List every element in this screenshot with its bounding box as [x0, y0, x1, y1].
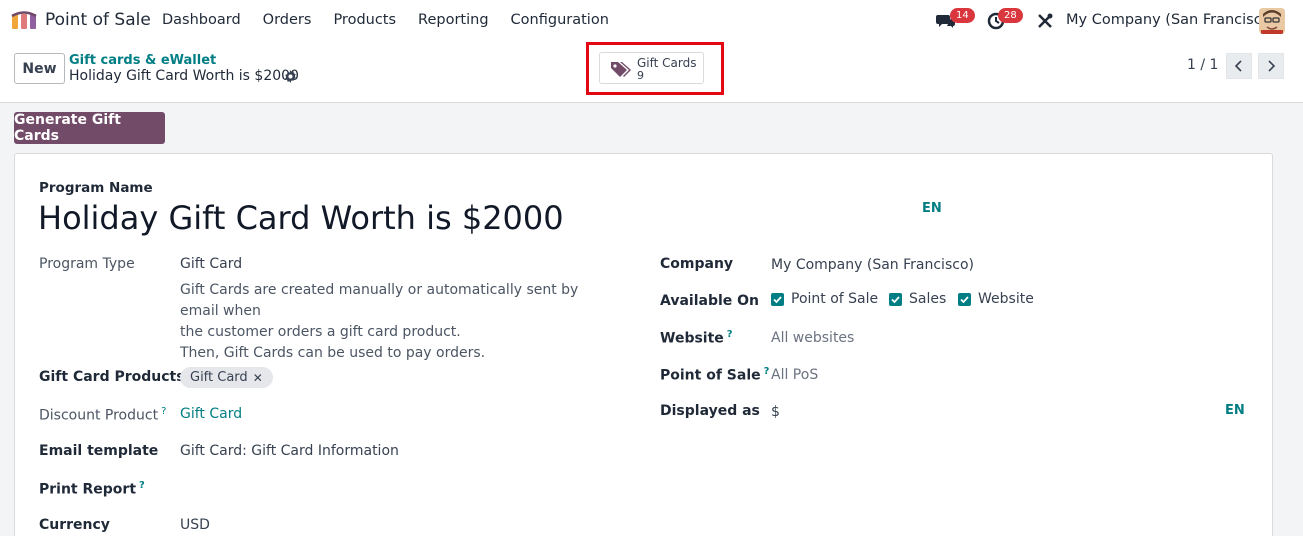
program-type-description: Gift Cards are created manually or autom… [180, 280, 620, 364]
pager-previous-button[interactable] [1226, 53, 1252, 79]
menu-orders[interactable]: Orders [263, 12, 312, 28]
company-value[interactable]: My Company (San Francisco) [771, 257, 974, 273]
program-name-lang-button[interactable]: EN [922, 201, 942, 216]
company-label: Company [660, 256, 734, 272]
breadcrumb-current: Holiday Gift Card Worth is $2000 [69, 68, 299, 84]
displayed-as-label: Displayed as [660, 403, 760, 419]
website-label: Website? [660, 329, 733, 347]
control-panel: New Gift cards & eWallet Holiday Gift Ca… [0, 42, 1303, 103]
currency-label: Currency [39, 517, 110, 533]
chevron-left-icon [1234, 60, 1242, 72]
program-name-input[interactable]: Holiday Gift Card Worth is $2000 [38, 199, 564, 237]
top-navbar: Point of Sale Dashboard Orders Products … [0, 0, 1303, 42]
point-of-sale-value[interactable]: All PoS [771, 367, 818, 383]
menu-dashboard[interactable]: Dashboard [162, 12, 241, 28]
check-icon [773, 296, 782, 304]
menu-reporting[interactable]: Reporting [418, 12, 489, 28]
sales-checkbox[interactable] [889, 293, 902, 306]
pos-checkbox-label[interactable]: Point of Sale [791, 291, 878, 307]
smart-button-count: 9 [637, 69, 644, 82]
program-type-value[interactable]: Gift Card [180, 256, 242, 272]
menu-products[interactable]: Products [333, 12, 396, 28]
gift-card-product-tag: Gift Card ✕ [180, 367, 273, 388]
check-icon [960, 296, 969, 304]
generate-gift-cards-button[interactable]: Generate Gift Cards [14, 112, 165, 144]
available-on-label: Available On [660, 293, 760, 309]
tags-icon [611, 62, 631, 77]
pager-next-button[interactable] [1258, 53, 1284, 79]
email-template-label: Email template [39, 443, 159, 459]
avatar[interactable] [1259, 8, 1285, 34]
app-name[interactable]: Point of Sale [45, 10, 151, 30]
pager-value[interactable]: 1 / 1 [1187, 57, 1218, 73]
point-of-sale-label: Point of Sale? [660, 366, 769, 384]
messages-badge: 14 [950, 8, 975, 23]
menu-configuration[interactable]: Configuration [511, 12, 609, 28]
gear-icon[interactable] [284, 70, 297, 83]
help-icon[interactable]: ? [764, 366, 770, 377]
program-type-desc-line: the customer orders a gift card product. [180, 324, 461, 340]
help-icon[interactable]: ? [161, 406, 166, 417]
label-text: Print Report [39, 481, 137, 498]
remove-tag-icon[interactable]: ✕ [253, 371, 263, 385]
chevron-right-icon [1268, 60, 1276, 72]
activities-badge: 28 [998, 8, 1023, 23]
label-text: Discount Product [39, 407, 159, 424]
email-template-value[interactable]: Gift Card: Gift Card Information [180, 443, 399, 459]
sales-checkbox-label[interactable]: Sales [909, 291, 946, 307]
currency-value[interactable]: USD [180, 517, 210, 533]
gift-cards-smart-button[interactable]: Gift Cards 9 [599, 52, 704, 84]
discount-product-link[interactable]: Gift Card [180, 406, 242, 422]
gift-card-products-label: Gift Card Products [39, 369, 185, 385]
smart-button-label: Gift Cards [637, 56, 697, 70]
help-icon[interactable]: ? [727, 329, 733, 340]
print-report-label: Print Report? [39, 480, 145, 498]
main-menu: Dashboard Orders Products Reporting Conf… [162, 12, 631, 28]
check-icon [891, 296, 900, 304]
program-type-desc-line: Gift Cards are created manually or autom… [180, 282, 579, 319]
company-switcher[interactable]: My Company (San Francisco) [1066, 12, 1276, 28]
website-checkbox[interactable] [958, 293, 971, 306]
tools-icon[interactable] [1036, 12, 1054, 30]
pos-app-icon[interactable] [11, 11, 37, 31]
label-text: Point of Sale [660, 367, 761, 384]
program-name-label: Program Name [39, 180, 153, 196]
pos-checkbox[interactable] [771, 293, 784, 306]
displayed-as-lang-button[interactable]: EN [1225, 403, 1245, 418]
breadcrumb-parent[interactable]: Gift cards & eWallet [69, 53, 216, 68]
help-icon[interactable]: ? [139, 480, 145, 491]
new-button[interactable]: New [14, 53, 65, 84]
discount-product-label: Discount Product? [39, 406, 166, 424]
tag-label: Gift Card [190, 370, 248, 385]
label-text: Website [660, 330, 724, 347]
program-type-label: Program Type [39, 256, 135, 272]
displayed-as-value[interactable]: $ [771, 404, 780, 420]
website-value[interactable]: All websites [771, 330, 854, 346]
website-checkbox-label[interactable]: Website [978, 291, 1034, 307]
program-type-desc-line: Then, Gift Cards can be used to pay orde… [180, 345, 486, 361]
